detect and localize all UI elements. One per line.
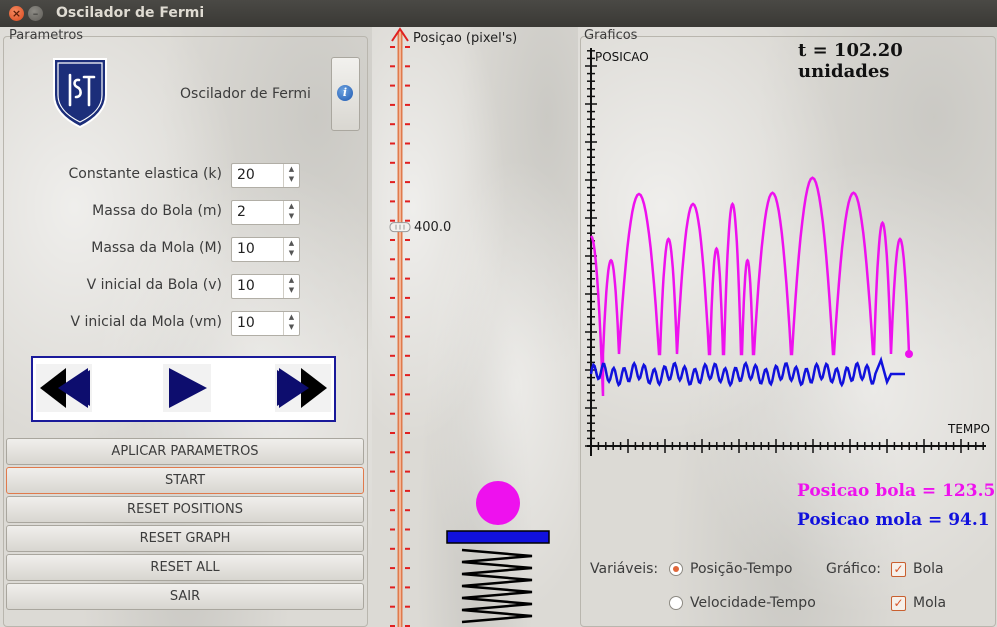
k-spinbox[interactable]: 20 ▲ ▼	[231, 163, 300, 188]
spin-arrows-icon[interactable]: ▲ ▼	[283, 275, 299, 298]
reset-graph-button[interactable]: RESET GRAPH	[6, 525, 364, 552]
ball-current-marker	[905, 350, 913, 358]
ball-checkbox-label[interactable]: Bola	[913, 561, 944, 577]
ball-series-line	[589, 176, 911, 397]
exit-button[interactable]: SAIR	[6, 583, 364, 610]
ball-spring-animation	[446, 481, 550, 624]
spin-arrows-icon[interactable]: ▲ ▼	[283, 238, 299, 261]
close-icon[interactable]: ×	[9, 6, 24, 21]
graph-axes	[585, 48, 986, 456]
app-name-label: Oscilador de Fermi	[180, 86, 311, 102]
spin-arrows-icon[interactable]: ▲ ▼	[283, 164, 299, 187]
window-title: Oscilador de Fermi	[56, 5, 205, 21]
velocity-time-label[interactable]: Velocidade-Tempo	[690, 595, 816, 611]
v-ball-label: V inicial da Bola (v)	[86, 277, 222, 293]
start-button[interactable]: START	[6, 467, 364, 494]
params-group-title: Parametros	[9, 28, 84, 43]
graph-select-label: Gráfico:	[826, 561, 881, 577]
mass-spring-value[interactable]: 10	[237, 241, 255, 257]
spring-series-line	[589, 356, 905, 388]
reset-positions-button[interactable]: RESET POSITIONS	[6, 496, 364, 523]
play-icon[interactable]	[163, 364, 211, 412]
slider-value: 400.0	[414, 219, 452, 235]
info-button[interactable]: i	[331, 57, 360, 131]
spring-checkbox-label[interactable]: Mola	[913, 595, 946, 611]
apply-params-button[interactable]: APLICAR PARAMETROS	[6, 438, 364, 465]
ball	[476, 481, 520, 525]
ball-position-readout: Posicao bola = 123.5	[797, 481, 996, 501]
title-bar: × – Oscilador de Fermi	[0, 0, 997, 27]
variables-label: Variáveis:	[590, 561, 659, 577]
position-time-graph	[585, 48, 986, 456]
mass-spring-spinbox[interactable]: 10 ▲ ▼	[231, 237, 300, 262]
v-ball-spinbox[interactable]: 10 ▲ ▼	[231, 274, 300, 299]
slider-handle[interactable]	[389, 222, 411, 233]
v-spring-value[interactable]: 10	[237, 315, 255, 331]
k-label: Constante elastica (k)	[68, 166, 222, 182]
m-value[interactable]: 2	[237, 204, 246, 220]
mass-spring-label: Massa da Mola (M)	[91, 240, 222, 256]
ist-logo	[53, 58, 107, 129]
ball-checkbox[interactable]: ✓	[891, 562, 906, 577]
m-label: Massa do Bola (m)	[92, 203, 222, 219]
spring-checkbox[interactable]: ✓	[891, 596, 906, 611]
spring-plate	[446, 530, 550, 544]
velocity-time-radio[interactable]	[669, 596, 683, 610]
minimize-icon[interactable]: –	[28, 6, 43, 21]
spring-position-readout: Posicao mola = 94.1	[797, 510, 990, 530]
m-spinbox[interactable]: 2 ▲ ▼	[231, 200, 300, 225]
rewind-icon[interactable]	[36, 364, 92, 412]
reset-all-button[interactable]: RESET ALL	[6, 554, 364, 581]
position-time-radio[interactable]	[669, 562, 683, 576]
y-axis-label: POSICAO	[595, 50, 649, 64]
forward-icon[interactable]	[275, 364, 331, 412]
spin-arrows-icon[interactable]: ▲ ▼	[283, 312, 299, 335]
spin-arrows-icon[interactable]: ▲ ▼	[283, 201, 299, 224]
x-axis-label: TEMPO	[948, 422, 990, 436]
position-slider[interactable]	[380, 27, 420, 627]
playback-controls	[31, 356, 336, 422]
v-spring-label: V inicial da Mola (vm)	[70, 314, 222, 330]
v-ball-value[interactable]: 10	[237, 278, 255, 294]
spring-coil	[461, 548, 533, 624]
v-spring-spinbox[interactable]: 10 ▲ ▼	[231, 311, 300, 336]
info-icon: i	[337, 85, 353, 101]
position-time-label[interactable]: Posição-Tempo	[690, 561, 792, 577]
k-value[interactable]: 20	[237, 167, 255, 183]
slider-axis-label: Posiçao (pixel's)	[413, 31, 518, 46]
